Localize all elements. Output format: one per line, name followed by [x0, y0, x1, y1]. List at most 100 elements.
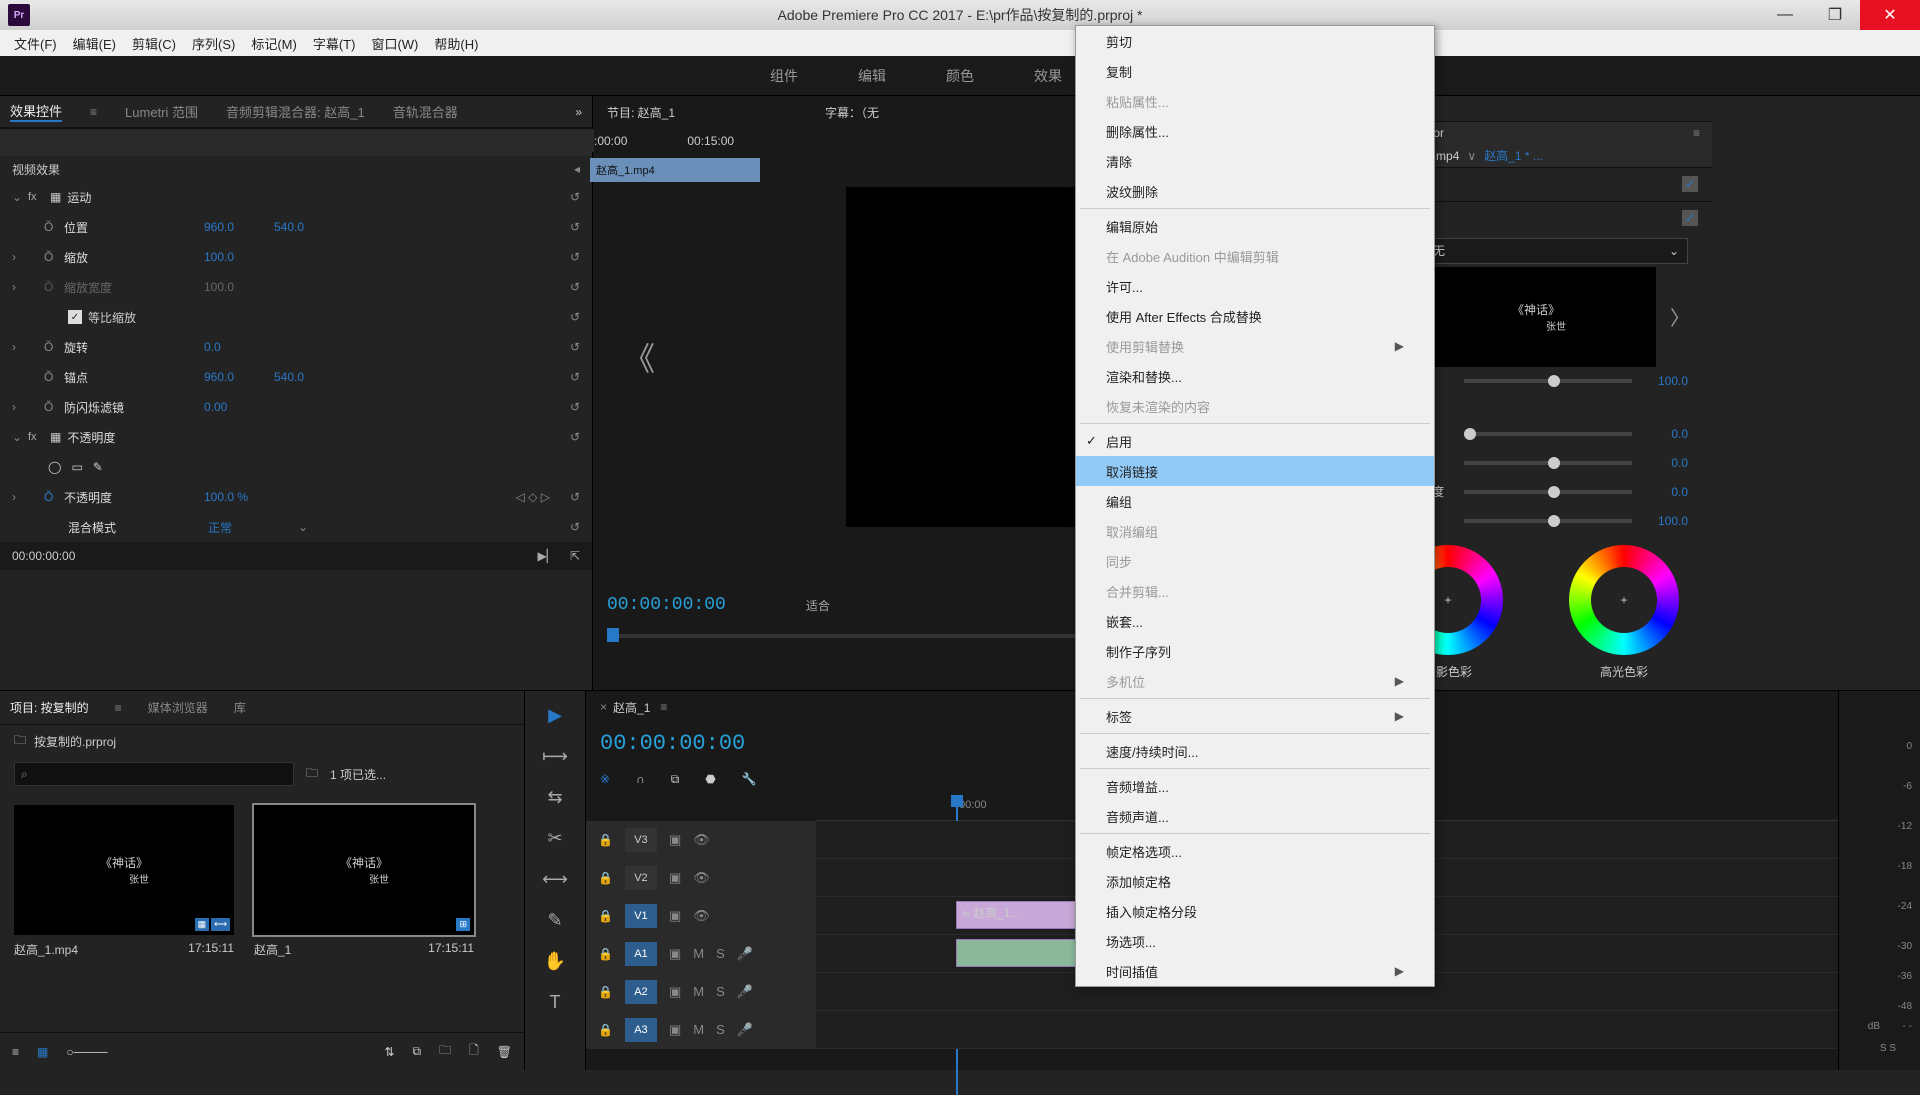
ctx-删除属性...[interactable]: 删除属性...	[1076, 116, 1434, 146]
prev-icon[interactable]: 《	[623, 334, 655, 380]
new-bin-icon[interactable]: 🗀	[439, 1041, 451, 1062]
lock-icon[interactable]: 🔒	[598, 871, 613, 885]
razor-tool[interactable]: ✂	[547, 828, 562, 849]
slip-tool[interactable]: ⟷	[542, 869, 568, 890]
ctx-插入帧定格分段[interactable]: 插入帧定格分段	[1076, 896, 1434, 926]
panel-menu-icon[interactable]: ≡	[1693, 126, 1700, 140]
opacity-value[interactable]: 100.0 %	[204, 490, 274, 504]
linked-selection-icon[interactable]: ⧉	[671, 772, 680, 787]
track-select-tool[interactable]: ⟼	[542, 746, 568, 767]
ctx-剪切[interactable]: 剪切	[1076, 26, 1434, 56]
solo-buttons[interactable]: S S	[1880, 1043, 1896, 1054]
antiflicker-val[interactable]: 0.00	[204, 400, 274, 414]
lock-icon[interactable]: 🔒	[598, 947, 613, 961]
ctx-帧定格选项...[interactable]: 帧定格选项...	[1076, 836, 1434, 866]
lock-icon[interactable]: 🔒	[598, 909, 613, 923]
ec-timecode[interactable]: 00:00:00:00	[12, 549, 75, 563]
stopwatch-icon[interactable]: Ŏ	[44, 340, 64, 354]
program-tab[interactable]: 节目: 赵高_1	[607, 104, 675, 121]
track-label[interactable]: V2	[625, 866, 657, 890]
reset-icon[interactable]: ↺	[570, 280, 580, 294]
playhead[interactable]	[607, 628, 619, 642]
stopwatch-icon[interactable]: Ŏ	[44, 370, 64, 384]
reset-icon[interactable]: ↺	[570, 520, 580, 534]
eye-icon[interactable]: 👁	[693, 908, 710, 924]
track-label[interactable]: A2	[625, 980, 657, 1004]
mute-icon[interactable]: M	[693, 946, 704, 961]
sort-icon[interactable]: ⇅	[384, 1045, 394, 1059]
icon-view-icon[interactable]: ▦	[37, 1045, 48, 1059]
ellipse-mask-icon[interactable]: ◯	[48, 460, 61, 474]
ctx-速度/持续时间...[interactable]: 速度/持续时间...	[1076, 736, 1434, 766]
toggle-output-icon[interactable]: ▣	[669, 870, 681, 886]
fit-dropdown[interactable]: 适合	[806, 597, 830, 614]
ctx-编辑原始[interactable]: 编辑原始	[1076, 211, 1434, 241]
pen-mask-icon[interactable]: ✎	[93, 460, 103, 474]
scale-val[interactable]: 100.0	[204, 250, 274, 264]
zoom-slider[interactable]: ○────	[66, 1045, 107, 1059]
project-item[interactable]: 《神话》 张世 ⊞ 赵高_1 17:15:11	[254, 805, 474, 1018]
ctx-音频声道...[interactable]: 音频声道...	[1076, 801, 1434, 831]
menu-file[interactable]: 文件(F)	[6, 34, 65, 53]
sharpen-val[interactable]: 0.0	[1642, 456, 1688, 470]
mic-icon[interactable]: 🎤	[737, 946, 753, 962]
ctx-编组[interactable]: 编组	[1076, 486, 1434, 516]
timeline-timecode[interactable]: 00:00:00:00	[600, 731, 745, 756]
menu-title[interactable]: 字幕(T)	[305, 34, 364, 53]
menu-marker[interactable]: 标记(M)	[243, 34, 305, 53]
saturation-slider[interactable]	[1464, 519, 1632, 523]
section-checkbox[interactable]: ✓	[1682, 176, 1698, 192]
tab-media-browser[interactable]: 媒体浏览器	[148, 699, 208, 716]
panel-menu-icon[interactable]: ≡	[90, 105, 97, 119]
maximize-button[interactable]: ❐	[1810, 0, 1860, 30]
track-label[interactable]: V1	[625, 904, 657, 928]
ctx-时间插值[interactable]: 时间插值▶	[1076, 956, 1434, 986]
vibrance-slider[interactable]	[1464, 490, 1632, 494]
section-checkbox[interactable]: ✓	[1682, 210, 1698, 226]
sequence-tab[interactable]: 赵高_1	[613, 699, 650, 716]
mute-icon[interactable]: M	[693, 984, 704, 999]
pen-tool[interactable]: ✎	[547, 910, 562, 931]
panel-menu-icon[interactable]: ≡	[115, 701, 122, 715]
reset-icon[interactable]: ↺	[570, 190, 580, 204]
minimize-button[interactable]: —	[1760, 0, 1810, 30]
ctx-取消链接[interactable]: 取消链接	[1076, 456, 1434, 486]
anchor-x[interactable]: 960.0	[204, 370, 274, 384]
reset-icon[interactable]: ↺	[570, 370, 580, 384]
eye-icon[interactable]: 👁	[693, 832, 710, 848]
find-icon[interactable]: ⧉	[413, 1044, 422, 1059]
expand-icon[interactable]: ⌄	[12, 430, 28, 444]
folder-icon[interactable]: 🗀	[306, 764, 318, 785]
mic-icon[interactable]: 🎤	[737, 1022, 753, 1038]
overflow-icon[interactable]: »	[575, 105, 582, 119]
sharpen-slider[interactable]	[1464, 461, 1632, 465]
ws-editing[interactable]: 编辑	[858, 66, 886, 86]
close-button[interactable]: ✕	[1860, 0, 1920, 30]
uniform-scale-checkbox[interactable]: ✓	[68, 310, 82, 324]
reset-icon[interactable]: ↺	[570, 340, 580, 354]
fade-val[interactable]: 0.0	[1642, 427, 1688, 441]
ctx-添加帧定格[interactable]: 添加帧定格	[1076, 866, 1434, 896]
expand-icon[interactable]: ⌄	[12, 190, 28, 204]
selection-tool[interactable]: ▶	[548, 705, 562, 726]
ws-assembly[interactable]: 组件	[770, 66, 798, 86]
hand-tool[interactable]: ✋	[544, 951, 566, 972]
look-select[interactable]: 无⌄	[1424, 238, 1688, 264]
next-look-icon[interactable]: 〉	[1670, 302, 1690, 331]
solo-icon[interactable]: S	[716, 946, 725, 961]
reset-icon[interactable]: ↺	[570, 490, 580, 504]
ctx-渲染和替换...[interactable]: 渲染和替换...	[1076, 361, 1434, 391]
blend-mode-val[interactable]: 正常	[208, 519, 278, 536]
solo-icon[interactable]: S	[716, 1022, 725, 1037]
fade-slider[interactable]	[1464, 432, 1632, 436]
ctx-波纹删除[interactable]: 波纹删除	[1076, 176, 1434, 206]
stopwatch-icon[interactable]: Ŏ	[44, 250, 64, 264]
track-label[interactable]: A3	[625, 1018, 657, 1042]
ctx-许可...[interactable]: 许可...	[1076, 271, 1434, 301]
project-item[interactable]: 《神话》 张世 ▦⟷ 赵高_1.mp4 17:15:11	[14, 805, 234, 1018]
lock-icon[interactable]: 🔒	[598, 1023, 613, 1037]
toggle-output-icon[interactable]: ▣	[669, 908, 681, 924]
snap-icon[interactable]: ※	[600, 772, 610, 786]
position-x[interactable]: 960.0	[204, 220, 274, 234]
intensity-val[interactable]: 100.0	[1642, 374, 1688, 388]
